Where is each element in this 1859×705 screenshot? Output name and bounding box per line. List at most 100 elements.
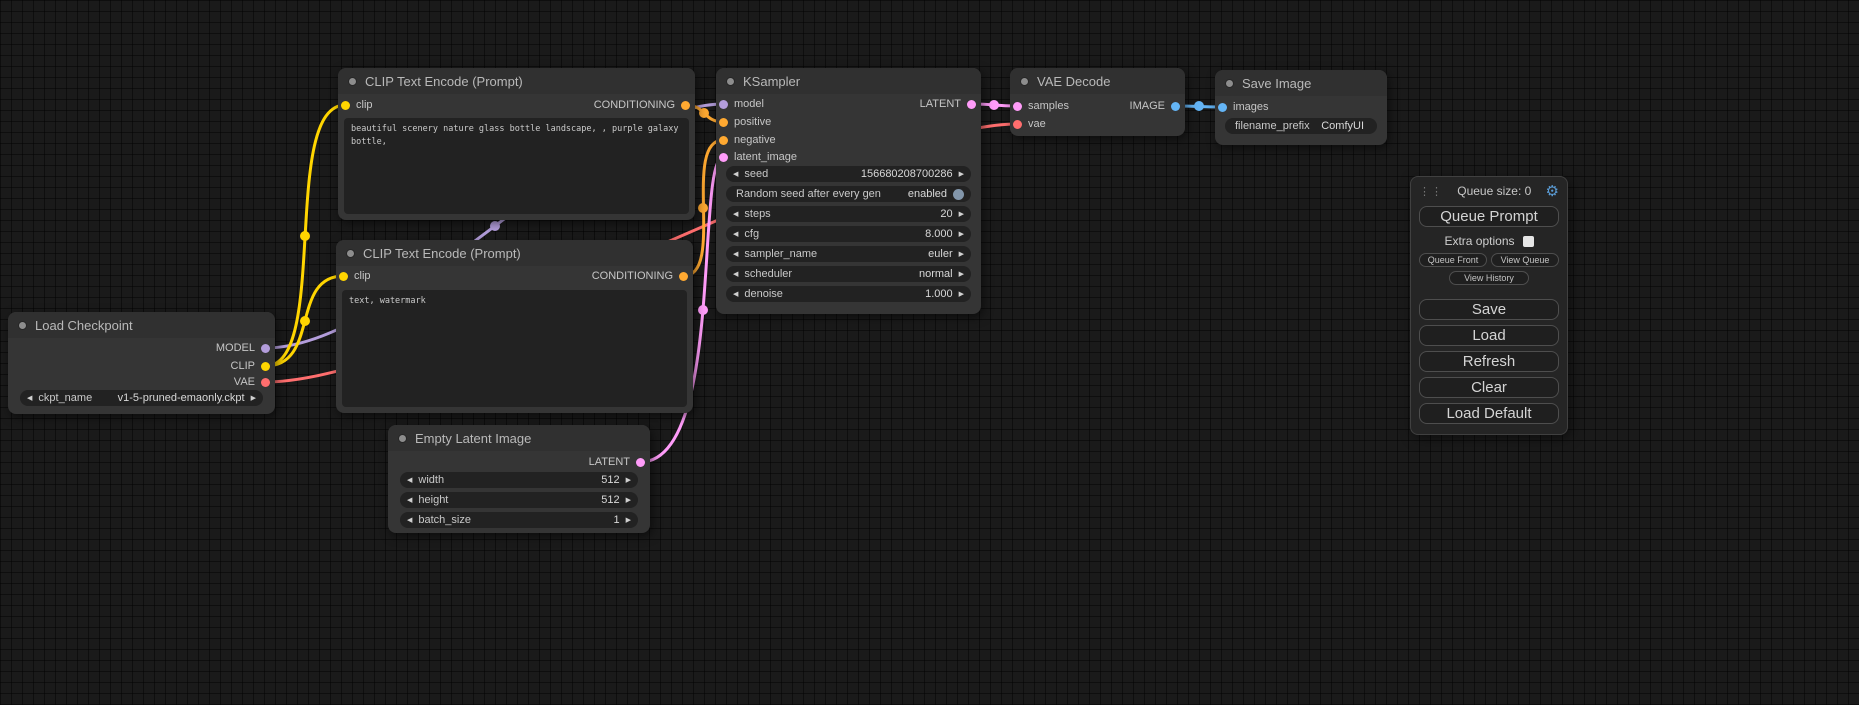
seed-widget[interactable]: ◀ seed 156680208700286 ▶ <box>726 166 971 182</box>
clear-button[interactable]: Clear <box>1419 377 1559 398</box>
arrow-left-icon[interactable]: ◀ <box>733 171 738 178</box>
model-input-dot[interactable] <box>719 100 728 109</box>
clip-input-dot[interactable] <box>341 101 350 110</box>
arrow-left-icon[interactable]: ◀ <box>733 211 738 218</box>
conditioning-output-dot[interactable] <box>681 101 690 110</box>
scheduler-widget[interactable]: ◀ scheduler normal ▶ <box>726 266 971 282</box>
wire-midpoint-dot <box>698 305 708 315</box>
queue-prompt-button[interactable]: Queue Prompt <box>1419 206 1559 227</box>
wire-midpoint-dot <box>300 231 310 241</box>
wire-midpoint-dot <box>989 100 999 110</box>
vae-output-dot[interactable] <box>261 378 270 387</box>
graph-canvas[interactable]: Load Checkpoint MODEL CLIP VAE ◀ ckpt_na… <box>0 0 1859 705</box>
node-title-bar[interactable]: Load Checkpoint <box>8 312 275 338</box>
node-title: Save Image <box>1242 76 1311 91</box>
image-output-dot[interactable] <box>1171 102 1180 111</box>
arrow-left-icon[interactable]: ◀ <box>733 231 738 238</box>
negative-input-dot[interactable] <box>719 136 728 145</box>
arrow-left-icon[interactable]: ◀ <box>733 271 738 278</box>
widget-label: scheduler <box>744 268 792 280</box>
latent-image-input-dot[interactable] <box>719 153 728 162</box>
arrow-left-icon[interactable]: ◀ <box>407 497 412 504</box>
input-slot-model: model <box>719 96 764 112</box>
batch-size-widget[interactable]: ◀ batch_size 1 ▶ <box>400 512 638 528</box>
prompt-textarea[interactable]: beautiful scenery nature glass bottle la… <box>344 118 689 214</box>
node-vae-decode[interactable]: VAE Decode samples vae IMAGE <box>1010 68 1185 136</box>
filename-prefix-widget[interactable]: filename_prefix ComfyUI <box>1225 118 1377 134</box>
node-title-bar[interactable]: CLIP Text Encode (Prompt) <box>338 68 695 94</box>
latent-output-dot[interactable] <box>967 100 976 109</box>
arrow-right-icon[interactable]: ▶ <box>959 271 964 278</box>
settings-gear-icon[interactable]: ⚙ <box>1546 184 1559 199</box>
node-save-image[interactable]: Save Image images filename_prefix ComfyU… <box>1215 70 1387 145</box>
arrow-right-icon[interactable]: ▶ <box>626 477 631 484</box>
drag-handle-icon[interactable]: ⋮⋮ <box>1419 185 1443 198</box>
node-clip-text-encode-positive[interactable]: CLIP Text Encode (Prompt) clip CONDITION… <box>338 68 695 220</box>
node-title-bar[interactable]: Save Image <box>1215 70 1387 96</box>
extra-options-label: Extra options <box>1444 234 1514 248</box>
samples-input-dot[interactable] <box>1013 102 1022 111</box>
conditioning-output-dot[interactable] <box>679 272 688 281</box>
view-queue-button[interactable]: View Queue <box>1491 253 1559 267</box>
collapse-dot-icon[interactable] <box>1020 77 1029 86</box>
arrow-left-icon[interactable]: ◀ <box>407 477 412 484</box>
load-button[interactable]: Load <box>1419 325 1559 346</box>
node-empty-latent-image[interactable]: Empty Latent Image LATENT ◀ width 512 ▶ … <box>388 425 650 533</box>
extra-options-checkbox[interactable] <box>1523 236 1534 247</box>
queue-front-button[interactable]: Queue Front <box>1419 253 1487 267</box>
load-default-button[interactable]: Load Default <box>1419 403 1559 424</box>
node-clip-text-encode-negative[interactable]: CLIP Text Encode (Prompt) clip CONDITION… <box>336 240 693 413</box>
collapse-dot-icon[interactable] <box>346 249 355 258</box>
arrow-left-icon[interactable]: ◀ <box>733 291 738 298</box>
images-input-dot[interactable] <box>1218 103 1227 112</box>
arrow-right-icon[interactable]: ▶ <box>959 251 964 258</box>
ckpt-name-widget[interactable]: ◀ ckpt_name v1-5-pruned-emaonly.ckpt ▶ <box>20 390 263 406</box>
vae-input-dot[interactable] <box>1013 120 1022 129</box>
input-slot-samples: samples <box>1013 98 1069 114</box>
wire-midpoint-dot <box>300 316 310 326</box>
node-title-bar[interactable]: KSampler <box>716 68 981 94</box>
arrow-right-icon[interactable]: ▶ <box>959 211 964 218</box>
arrow-left-icon[interactable]: ◀ <box>733 251 738 258</box>
node-title: CLIP Text Encode (Prompt) <box>363 246 521 261</box>
arrow-right-icon[interactable]: ▶ <box>959 291 964 298</box>
node-ksampler[interactable]: KSampler model positive negative latent_… <box>716 68 981 314</box>
view-history-button[interactable]: View History <box>1449 271 1529 285</box>
random-seed-toggle-widget[interactable]: Random seed after every gen enabled <box>726 186 971 202</box>
width-widget[interactable]: ◀ width 512 ▶ <box>400 472 638 488</box>
node-load-checkpoint[interactable]: Load Checkpoint MODEL CLIP VAE ◀ ckpt_na… <box>8 312 275 414</box>
arrow-right-icon[interactable]: ▶ <box>626 497 631 504</box>
save-button[interactable]: Save <box>1419 299 1559 320</box>
arrow-right-icon[interactable]: ▶ <box>959 231 964 238</box>
arrow-right-icon[interactable]: ▶ <box>959 171 964 178</box>
collapse-dot-icon[interactable] <box>348 77 357 86</box>
widget-label: width <box>418 474 444 486</box>
denoise-widget[interactable]: ◀ denoise 1.000 ▶ <box>726 286 971 302</box>
collapse-dot-icon[interactable] <box>398 434 407 443</box>
node-title-bar[interactable]: CLIP Text Encode (Prompt) <box>336 240 693 266</box>
collapse-dot-icon[interactable] <box>18 321 27 330</box>
steps-widget[interactable]: ◀ steps 20 ▶ <box>726 206 971 222</box>
node-title-bar[interactable]: Empty Latent Image <box>388 425 650 451</box>
latent-output-dot[interactable] <box>636 458 645 467</box>
prompt-textarea[interactable]: text, watermark <box>342 290 687 407</box>
collapse-dot-icon[interactable] <box>726 77 735 86</box>
slot-label: vae <box>1028 118 1046 130</box>
refresh-button[interactable]: Refresh <box>1419 351 1559 372</box>
arrow-left-icon[interactable]: ◀ <box>27 395 32 402</box>
arrow-right-icon[interactable]: ▶ <box>251 395 256 402</box>
arrow-right-icon[interactable]: ▶ <box>626 517 631 524</box>
cfg-widget[interactable]: ◀ cfg 8.000 ▶ <box>726 226 971 242</box>
collapse-dot-icon[interactable] <box>1225 79 1234 88</box>
clip-input-dot[interactable] <box>339 272 348 281</box>
height-widget[interactable]: ◀ height 512 ▶ <box>400 492 638 508</box>
toggle-knob[interactable] <box>953 189 964 200</box>
clip-output-dot[interactable] <box>261 362 270 371</box>
output-slot-latent: LATENT <box>920 96 976 112</box>
model-output-dot[interactable] <box>261 344 270 353</box>
arrow-left-icon[interactable]: ◀ <box>407 517 412 524</box>
positive-input-dot[interactable] <box>719 118 728 127</box>
node-title-bar[interactable]: VAE Decode <box>1010 68 1185 94</box>
slot-label: clip <box>354 270 371 282</box>
sampler-name-widget[interactable]: ◀ sampler_name euler ▶ <box>726 246 971 262</box>
